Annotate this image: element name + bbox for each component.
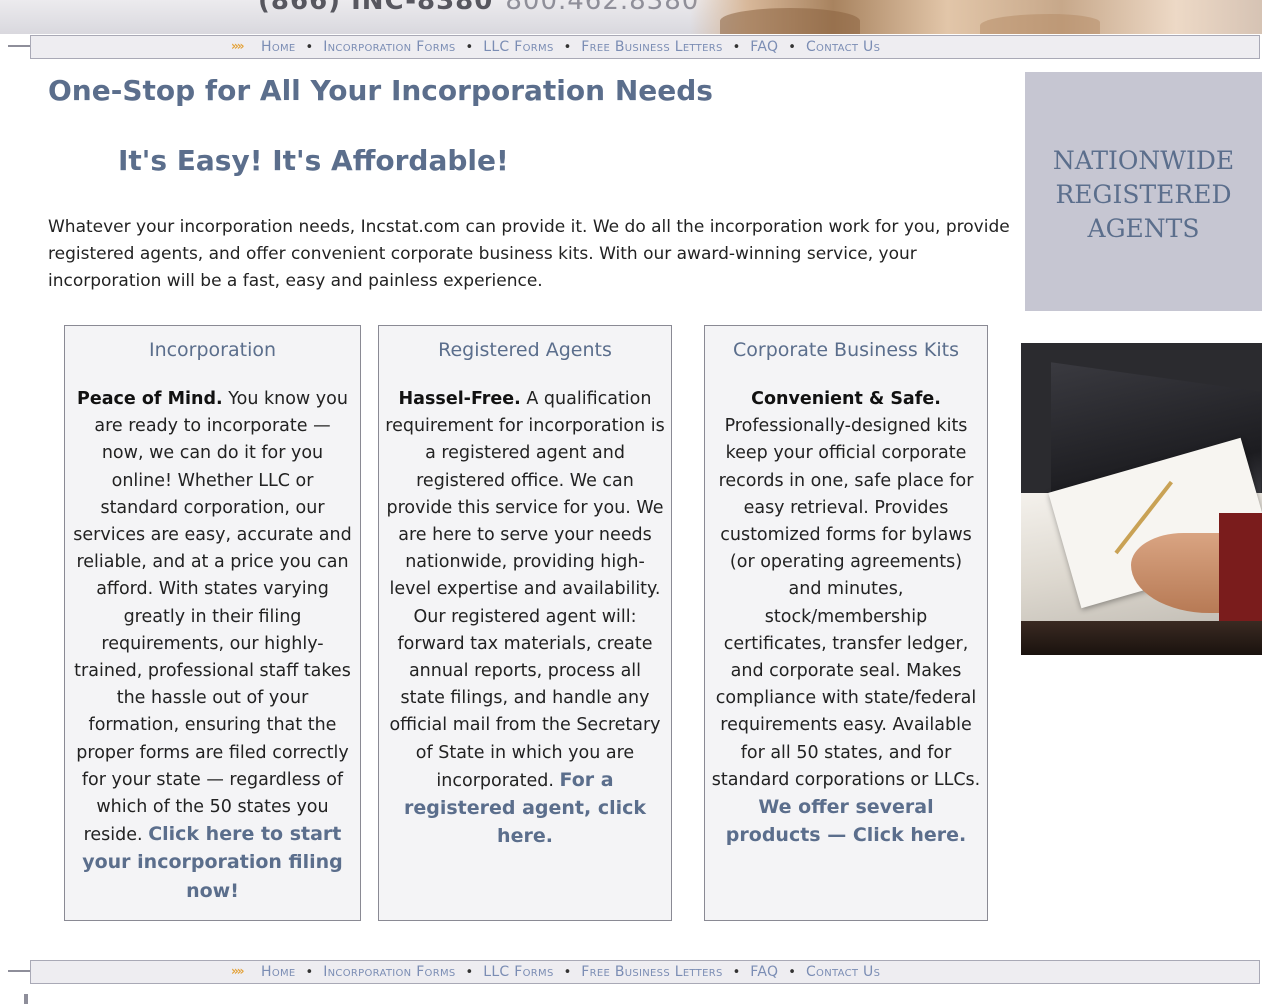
phone-numbers: (866) INC-8380 800.462.8380: [258, 0, 699, 16]
nav-arrows-icon: »»: [231, 964, 244, 978]
nav-link-contact-us[interactable]: Contact Us: [806, 964, 880, 980]
signing-documents-photo: [1021, 343, 1262, 655]
nav-separator: •: [465, 39, 474, 55]
intro-paragraph: Whatever your incorporation needs, Incst…: [48, 217, 1010, 291]
nav-link-incorporation-forms[interactable]: Incorporation Forms: [323, 39, 455, 55]
registered-agents-card: Registered Agents Hassel-Free. A qualifi…: [378, 325, 672, 921]
nav-link-free-business-letters[interactable]: Free Business Letters: [581, 964, 722, 980]
top-nav: »» Home • Incorporation Forms • LLC Form…: [30, 35, 1260, 59]
nav-link-llc-forms[interactable]: LLC Forms: [483, 964, 553, 980]
header-photo: [690, 0, 1262, 34]
nav-separator: •: [563, 964, 572, 980]
header-banner: (866) INC-8380 800.462.8380: [0, 0, 1262, 34]
nationwide-agents-banner[interactable]: NATIONWIDE REGISTERED AGENTS: [1025, 72, 1262, 311]
business-kits-text: Professionally-designed kits keep your o…: [711, 416, 981, 790]
nav-separator: •: [305, 964, 314, 980]
registered-agents-text: A qualification requirement for incorpor…: [385, 389, 665, 791]
business-kits-cta-link[interactable]: We offer several products — Click here.: [726, 796, 966, 846]
agents-line: REGISTERED: [1055, 180, 1232, 209]
nav-separator: •: [563, 39, 572, 55]
nav-link-incorporation-forms[interactable]: Incorporation Forms: [323, 964, 455, 980]
nav-arrows-icon: »»: [231, 39, 244, 53]
agents-line: AGENTS: [1087, 214, 1200, 243]
nav-separator: •: [305, 39, 314, 55]
nav-separator: •: [788, 964, 796, 980]
bottom-nav: »» Home • Incorporation Forms • LLC Form…: [30, 960, 1260, 984]
business-kits-card: Corporate Business Kits Convenient & Saf…: [704, 325, 988, 921]
nav-separator: •: [788, 39, 796, 55]
nav-divider-stub: [8, 45, 32, 47]
registered-agents-body: Hassel-Free. A qualification requirement…: [379, 386, 671, 851]
nav-items: Home • Incorporation Forms • LLC Forms •…: [261, 36, 880, 58]
page-title: One-Stop for All Your Incorporation Need…: [48, 74, 713, 107]
page-subtitle: It's Easy! It's Affordable!: [118, 144, 509, 177]
nav-link-faq[interactable]: FAQ: [750, 964, 778, 980]
business-kits-lead: Convenient & Safe.: [751, 389, 941, 409]
nav-items: Home • Incorporation Forms • LLC Forms •…: [261, 961, 880, 983]
incorporation-lead: Peace of Mind.: [77, 389, 223, 409]
nav-separator: •: [465, 964, 474, 980]
nav-link-contact-us[interactable]: Contact Us: [806, 39, 880, 55]
business-kits-heading-link[interactable]: Corporate Business Kits: [705, 336, 987, 386]
phone-secondary: 800.462.8380: [505, 0, 700, 16]
incorporation-body: Peace of Mind. You know you are ready to…: [65, 386, 360, 906]
registered-agents-lead: Hassel-Free.: [398, 389, 521, 409]
phone-primary: (866) INC-8380: [258, 0, 494, 16]
nationwide-agents-text: NATIONWIDE REGISTERED AGENTS: [1025, 144, 1262, 246]
nav-link-home[interactable]: Home: [261, 39, 296, 55]
nav-divider-stub: [8, 970, 32, 972]
nav-link-faq[interactable]: FAQ: [750, 39, 778, 55]
nav-link-llc-forms[interactable]: LLC Forms: [483, 39, 553, 55]
incorporation-heading-link[interactable]: Incorporation: [65, 336, 360, 386]
nav-separator: •: [732, 39, 741, 55]
incorporation-text: You know you are ready to incorporate — …: [73, 389, 352, 846]
agents-line: NATIONWIDE: [1052, 146, 1235, 175]
business-kits-body: Convenient & Safe. Professionally-design…: [705, 386, 987, 850]
incorporation-card: Incorporation Peace of Mind. You know yo…: [64, 325, 361, 921]
corner-mark: [24, 994, 28, 1004]
nav-link-home[interactable]: Home: [261, 964, 296, 980]
nav-separator: •: [732, 964, 741, 980]
registered-agents-heading-link[interactable]: Registered Agents: [379, 336, 671, 386]
nav-link-free-business-letters[interactable]: Free Business Letters: [581, 39, 722, 55]
